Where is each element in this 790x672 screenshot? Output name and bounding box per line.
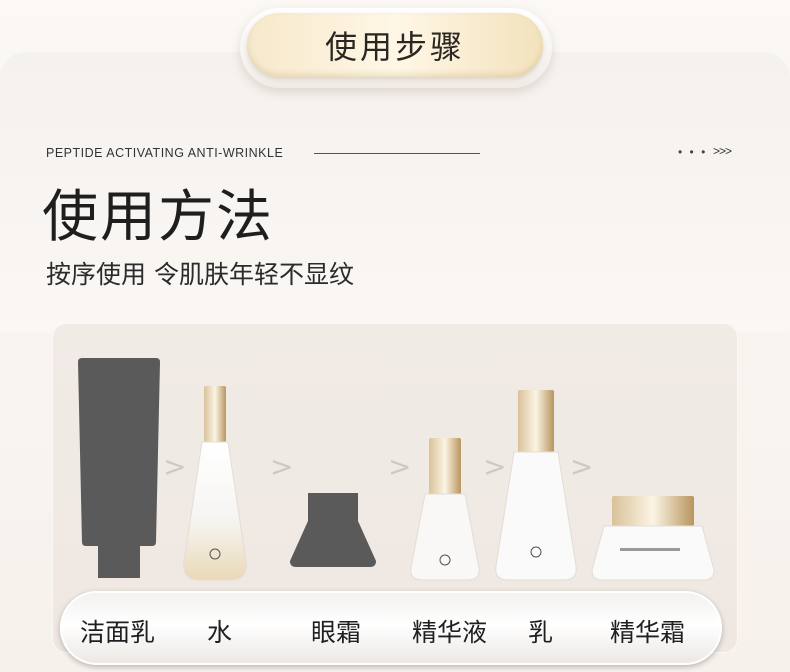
emulsion-bottle-image	[495, 390, 577, 581]
page-subtitle: 按序使用 令肌肤年轻不显纹	[46, 260, 354, 289]
cleanser-tube-image	[78, 358, 160, 578]
tagline-rule	[314, 153, 480, 154]
step-label-toner: 水	[207, 618, 233, 647]
serum-bottle-image	[410, 438, 480, 581]
essence-cream-jar-image	[591, 496, 715, 581]
header-pill: 使用步骤	[247, 13, 543, 77]
step-arrow-2: >	[270, 450, 294, 483]
toner-bottle-image	[183, 386, 247, 581]
step-arrow-1: >	[163, 450, 187, 483]
step-label-cleanser: 洁面乳	[80, 618, 156, 647]
step-arrow-3: >	[388, 450, 412, 483]
step-label-serum: 精华液	[412, 618, 488, 647]
eye-cream-jar-image	[290, 493, 376, 567]
step-label-emulsion: 乳	[528, 618, 554, 647]
page-title: 使用方法	[42, 185, 274, 250]
step-label-essence-cream: 精华霜	[610, 618, 686, 647]
dots-decoration: • • •	[678, 145, 708, 159]
step-label-eye-cream: 眼霜	[311, 618, 362, 647]
step-arrow-5: >	[570, 450, 594, 483]
english-tagline: PEPTIDE ACTIVATING ANTI-WRINKLE	[46, 146, 284, 160]
step-arrow-4: >	[483, 450, 507, 483]
chevrons-decoration: >>>	[713, 144, 732, 158]
header-title: 使用步骤	[324, 28, 465, 66]
